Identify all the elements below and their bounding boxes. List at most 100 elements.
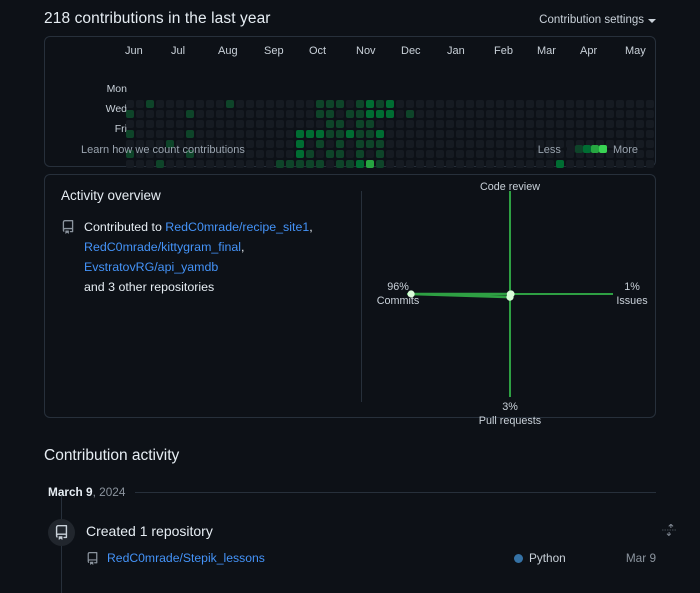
contribution-cell[interactable] — [476, 120, 484, 128]
contribution-cell[interactable] — [566, 130, 574, 138]
contribution-cell[interactable] — [136, 130, 144, 138]
contribution-cell[interactable] — [436, 110, 444, 118]
contribution-cell[interactable] — [566, 120, 574, 128]
contribution-cell[interactable] — [466, 130, 474, 138]
contribution-cell[interactable] — [606, 120, 614, 128]
contribution-cell[interactable] — [286, 160, 294, 168]
contribution-cell[interactable] — [156, 120, 164, 128]
contribution-cell[interactable] — [566, 110, 574, 118]
contribution-cell[interactable] — [326, 110, 334, 118]
contribution-cell[interactable] — [406, 110, 414, 118]
contribution-cell[interactable] — [266, 130, 274, 138]
contribution-cell[interactable] — [336, 100, 344, 108]
contribution-cell[interactable] — [646, 100, 654, 108]
contribution-cell[interactable] — [266, 110, 274, 118]
contribution-cell[interactable] — [246, 120, 254, 128]
contribution-cell[interactable] — [226, 160, 234, 168]
contribution-cell[interactable] — [266, 160, 274, 168]
contribution-cell[interactable] — [346, 100, 354, 108]
contribution-cell[interactable] — [356, 130, 364, 138]
contribution-cell[interactable] — [506, 120, 514, 128]
contribution-cell[interactable] — [366, 120, 374, 128]
contribution-cell[interactable] — [166, 120, 174, 128]
contribution-cell[interactable] — [426, 110, 434, 118]
contribution-cell[interactable] — [506, 100, 514, 108]
contribution-cell[interactable] — [596, 160, 604, 168]
contribution-cell[interactable] — [376, 100, 384, 108]
contribution-cell[interactable] — [296, 120, 304, 128]
contribution-cell[interactable] — [146, 160, 154, 168]
contribution-cell[interactable] — [586, 100, 594, 108]
contribution-cell[interactable] — [486, 100, 494, 108]
contribution-cell[interactable] — [306, 100, 314, 108]
contribution-cell[interactable] — [616, 130, 624, 138]
contribution-cell[interactable] — [586, 160, 594, 168]
contribution-cell[interactable] — [556, 120, 564, 128]
contribution-cell[interactable] — [276, 130, 284, 138]
contribution-cell[interactable] — [546, 100, 554, 108]
contribution-cell[interactable] — [236, 160, 244, 168]
contribution-cell[interactable] — [596, 120, 604, 128]
contribution-cell[interactable] — [266, 120, 274, 128]
contribution-cell[interactable] — [456, 120, 464, 128]
contribution-cell[interactable] — [146, 120, 154, 128]
contribution-cell[interactable] — [336, 110, 344, 118]
contribution-cell[interactable] — [166, 130, 174, 138]
created-repository-link[interactable]: RedC0mrade/Stepik_lessons — [107, 551, 265, 565]
contribution-cell[interactable] — [536, 100, 544, 108]
contribution-cell[interactable] — [286, 100, 294, 108]
contribution-cell[interactable] — [516, 120, 524, 128]
contribution-cell[interactable] — [646, 120, 654, 128]
contribution-cell[interactable] — [646, 110, 654, 118]
contribution-cell[interactable] — [136, 100, 144, 108]
contribution-cell[interactable] — [536, 120, 544, 128]
contribution-cell[interactable] — [176, 100, 184, 108]
contribution-cell[interactable] — [176, 110, 184, 118]
contribution-cell[interactable] — [156, 110, 164, 118]
contribution-cell[interactable] — [576, 130, 584, 138]
contribution-cell[interactable] — [606, 160, 614, 168]
contribution-cell[interactable] — [166, 160, 174, 168]
contribution-cell[interactable] — [586, 110, 594, 118]
contribution-cell[interactable] — [356, 120, 364, 128]
contribution-cell[interactable] — [556, 100, 564, 108]
contribution-cell[interactable] — [576, 120, 584, 128]
contribution-cell[interactable] — [526, 110, 534, 118]
contribution-cell[interactable] — [386, 130, 394, 138]
contribution-cell[interactable] — [506, 160, 514, 168]
contribution-cell[interactable] — [296, 130, 304, 138]
contribution-cell[interactable] — [216, 130, 224, 138]
contribution-cell[interactable] — [476, 100, 484, 108]
contribution-cell[interactable] — [486, 120, 494, 128]
contribution-cell[interactable] — [376, 160, 384, 168]
contribution-cell[interactable] — [446, 130, 454, 138]
contribution-cell[interactable] — [196, 110, 204, 118]
radar-data-point[interactable] — [506, 293, 514, 301]
contribution-cell[interactable] — [476, 160, 484, 168]
contribution-cell[interactable] — [206, 100, 214, 108]
contribution-cell[interactable] — [306, 130, 314, 138]
contribution-cell[interactable] — [466, 110, 474, 118]
contribution-cell[interactable] — [636, 160, 644, 168]
contribution-cell[interactable] — [286, 120, 294, 128]
contribution-cell[interactable] — [436, 130, 444, 138]
activity-repo-link-3[interactable]: EvstratovRG/api_yamdb — [84, 260, 218, 274]
contribution-cell[interactable] — [376, 130, 384, 138]
contribution-cell[interactable] — [156, 130, 164, 138]
contribution-cell[interactable] — [596, 100, 604, 108]
contribution-cell[interactable] — [486, 130, 494, 138]
activity-repo-link-1[interactable]: RedC0mrade/recipe_site1 — [165, 220, 309, 234]
contribution-cell[interactable] — [346, 110, 354, 118]
contribution-cell[interactable] — [376, 110, 384, 118]
contribution-cell[interactable] — [286, 110, 294, 118]
contribution-cell[interactable] — [526, 130, 534, 138]
contribution-cell[interactable] — [416, 120, 424, 128]
contribution-cell[interactable] — [236, 120, 244, 128]
contribution-cell[interactable] — [626, 110, 634, 118]
contribution-cell[interactable] — [256, 100, 264, 108]
contribution-cell[interactable] — [236, 130, 244, 138]
contribution-cell[interactable] — [276, 120, 284, 128]
contribution-cell[interactable] — [266, 100, 274, 108]
contribution-cell[interactable] — [556, 110, 564, 118]
contribution-cell[interactable] — [496, 100, 504, 108]
